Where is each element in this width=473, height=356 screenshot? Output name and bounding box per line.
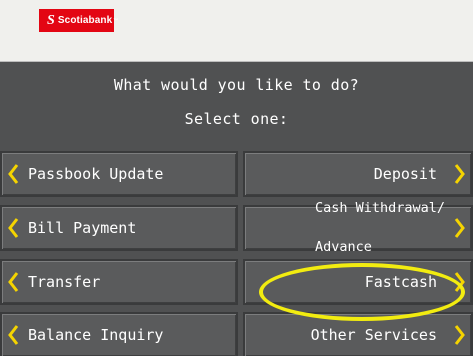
- scotiabank-logo: S Scotiabank ™: [39, 9, 118, 32]
- fastcash-button[interactable]: Fastcash: [243, 259, 473, 305]
- chevron-right-icon: [454, 218, 465, 238]
- transfer-button[interactable]: Transfer: [0, 259, 238, 305]
- prompt-question: What would you like to do?: [113, 76, 360, 94]
- logo-text: Scotiabank: [57, 15, 113, 26]
- logo-mark: S: [47, 12, 55, 28]
- balance-inquiry-label: Balance Inquiry: [28, 326, 164, 344]
- prompt-instruction: Select one:: [184, 110, 289, 128]
- header-bar: S Scotiabank ™: [0, 0, 473, 62]
- passbook-update-label: Passbook Update: [28, 165, 164, 183]
- chevron-right-icon: [454, 272, 465, 292]
- chevron-left-icon: [8, 218, 19, 238]
- other-services-label: Other Services: [310, 326, 437, 344]
- bill-payment-label: Bill Payment: [28, 219, 137, 237]
- passbook-update-button[interactable]: Passbook Update: [0, 151, 238, 197]
- transfer-label: Transfer: [28, 273, 101, 291]
- cash-withdrawal-label-line2: Advance: [314, 239, 372, 255]
- cash-withdrawal-label-line1: Cash Withdrawal/: [314, 200, 445, 216]
- balance-inquiry-button[interactable]: Balance Inquiry: [0, 312, 238, 356]
- fastcash-label: Fastcash: [364, 273, 437, 291]
- bill-payment-button[interactable]: Bill Payment: [0, 205, 238, 251]
- atm-screen: S Scotiabank ™ What would you like to do…: [0, 0, 473, 356]
- chevron-left-icon: [8, 325, 19, 345]
- logo-trademark: ™: [113, 17, 119, 24]
- chevron-left-icon: [8, 164, 19, 184]
- chevron-right-icon: [454, 325, 465, 345]
- cash-withdrawal-advance-button[interactable]: Cash Withdrawal/ Advance: [243, 200, 473, 255]
- chevron-left-icon: [8, 272, 19, 292]
- chevron-right-icon: [454, 164, 465, 184]
- other-services-button[interactable]: Other Services: [243, 312, 473, 356]
